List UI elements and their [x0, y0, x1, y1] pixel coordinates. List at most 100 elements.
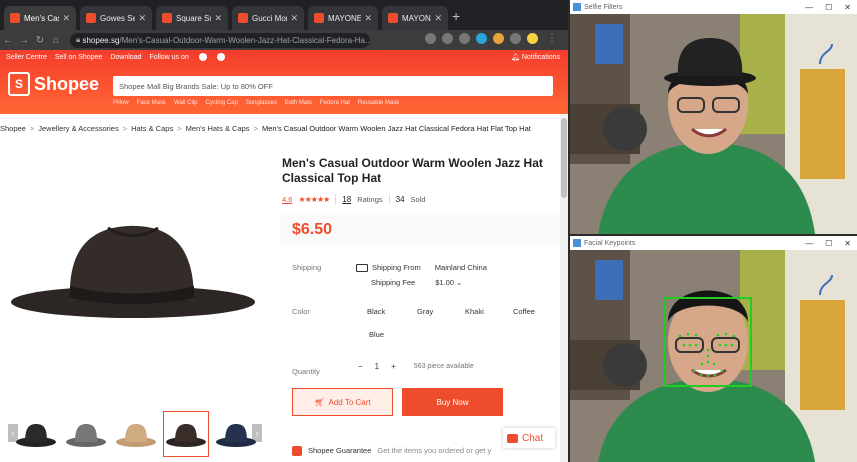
page-scrollbar[interactable]	[560, 114, 568, 462]
minimize-icon[interactable]: —	[805, 3, 813, 12]
home-icon[interactable]: ⌂	[48, 35, 64, 46]
forward-icon[interactable]: →	[16, 35, 32, 46]
ratings-label: Ratings	[357, 194, 383, 204]
extension-icon[interactable]	[493, 33, 504, 44]
minus-button[interactable]: −	[358, 362, 363, 371]
quantity-input[interactable]: 1	[375, 362, 379, 371]
back-icon[interactable]: ←	[0, 35, 16, 46]
rating-value[interactable]: 4.6	[282, 195, 292, 204]
close-icon[interactable]: ✕	[214, 13, 222, 24]
breadcrumb-link[interactable]: Shopee	[0, 124, 26, 133]
shopee-favicon	[314, 13, 324, 23]
buy-now-button[interactable]: Buy Now	[402, 388, 503, 416]
search-suggestions: Pillow Face Mask Wall Clip Cycling Cap S…	[113, 100, 399, 106]
maximize-icon[interactable]: ☐	[825, 3, 832, 12]
instagram-icon[interactable]	[216, 53, 225, 61]
tab-mens-casual[interactable]: Men's Casu ✕	[4, 6, 76, 30]
search-placeholder: Shopee Mall Big Brands Sale: Up to 80% O…	[119, 82, 273, 91]
url-input[interactable]: 🔒︎ shopee.sg /Men's-Casual-Outdoor-Warm-…	[70, 32, 370, 48]
sell-on-shopee-link[interactable]: Sell on Shopee	[55, 54, 102, 61]
chat-button[interactable]: Chat	[503, 428, 555, 448]
shopee-logo[interactable]: Shopee	[8, 72, 99, 96]
product-hat-image[interactable]	[8, 214, 262, 334]
add-to-cart-button[interactable]: 🛒︎ Add To Cart	[292, 388, 393, 416]
chevron-down-icon: ⌄	[456, 278, 463, 287]
suggestion-link[interactable]: Fedora Hat	[320, 100, 350, 106]
menu-icon[interactable]: ⋮	[544, 33, 560, 44]
tab-square-sun[interactable]: Square Sun ✕	[156, 6, 228, 30]
color-option-khaki[interactable]: Khaki	[465, 307, 484, 316]
tab-label: MAYONETTI	[328, 13, 362, 23]
close-icon[interactable]: ✕	[62, 13, 70, 24]
suggestion-link[interactable]: Wall Clip	[174, 100, 197, 106]
maximize-icon[interactable]: ☐	[825, 239, 832, 248]
extension-icon[interactable]	[476, 33, 487, 44]
suggestion-link[interactable]: Sunglasses	[246, 100, 277, 106]
notifications-label: Notifications	[521, 54, 560, 61]
breadcrumb-link[interactable]: Hats & Caps	[131, 124, 173, 133]
color-option-blue[interactable]: Blue	[369, 330, 384, 339]
seller-centre-link[interactable]: Seller Centre	[6, 54, 47, 61]
shipping-from-row: Shipping From Mainland China	[356, 263, 487, 272]
tab-gucci[interactable]: Gucci Mont ✕	[232, 6, 304, 30]
minimize-icon[interactable]: —	[805, 239, 813, 248]
shipping-fee-dropdown[interactable]: $1.00 ⌄	[435, 278, 462, 287]
thumbnail-black[interactable]	[14, 412, 58, 456]
thumbnail-coffee[interactable]	[163, 411, 209, 457]
breadcrumb-link[interactable]: Jewellery & Accessories	[38, 124, 118, 133]
download-link[interactable]: Download	[110, 54, 141, 61]
tab-gowes[interactable]: Gowes Seli ✕	[80, 6, 152, 30]
ratings-count[interactable]: 18	[342, 195, 351, 204]
top-links: Seller Centre Sell on Shopee Download Fo…	[6, 53, 225, 61]
tab-mayonetti-1[interactable]: MAYONETTI ✕	[308, 6, 378, 30]
webcam-feed-selfie	[570, 14, 857, 234]
profile-avatar[interactable]	[527, 33, 538, 44]
extension-icon[interactable]	[425, 33, 436, 44]
tab-label: Gucci Mont	[252, 13, 287, 23]
tab-mayonetti-2[interactable]: MAYONETT ✕	[382, 6, 448, 30]
star-icon: ★★★★★	[298, 194, 330, 204]
cart-icon: 🛒︎	[314, 397, 325, 407]
close-icon[interactable]: ✕	[364, 13, 372, 24]
window-titlebar: Selfie Filters — ☐ ✕	[570, 0, 857, 14]
stock-available: 563 piece available	[413, 363, 474, 370]
suggestion-link[interactable]: Cycling Cap	[205, 100, 237, 106]
close-icon[interactable]: ✕	[290, 13, 298, 24]
suggestion-link[interactable]: Pillow	[113, 100, 129, 106]
extensions-bar: ⋮	[425, 33, 560, 44]
thumbnail-khaki[interactable]	[114, 412, 158, 456]
logo-text: Shopee	[34, 73, 100, 94]
color-option-black[interactable]: Black	[367, 307, 385, 316]
suggestion-link[interactable]: Face Mask	[137, 100, 166, 106]
new-tab-button[interactable]: +	[452, 8, 460, 24]
tab-label: Square Sun	[176, 13, 211, 23]
reload-icon[interactable]: ↻	[32, 35, 48, 46]
facebook-icon[interactable]	[198, 53, 207, 61]
notifications-link[interactable]: 🔔︎ Notifications	[511, 53, 560, 61]
thumbnail-blue[interactable]	[214, 412, 258, 456]
breadcrumb-link[interactable]: Men's Hats & Caps	[186, 124, 250, 133]
guarantee-title: Shopee Guarantee	[308, 446, 372, 455]
rating-row: 4.6 ★★★★★ 18 Ratings 34 Sold	[282, 194, 426, 204]
color-option-gray[interactable]: Gray	[417, 307, 433, 316]
guarantee-desc: Get the items you ordered or get y	[377, 446, 492, 455]
close-icon[interactable]: ✕	[138, 13, 146, 24]
breadcrumb: Shopee > Jewellery & Accessories > Hats …	[0, 124, 568, 133]
thumbnail-gray[interactable]	[64, 412, 108, 456]
window-icon	[573, 3, 581, 11]
close-icon[interactable]: ✕	[844, 3, 851, 12]
extension-icon[interactable]	[442, 33, 453, 44]
selfie-filters-window: Selfie Filters — ☐ ✕	[570, 0, 857, 234]
close-icon[interactable]: ✕	[434, 13, 442, 24]
suggestion-link[interactable]: Bath Mats	[285, 100, 312, 106]
extension-icon[interactable]	[459, 33, 470, 44]
bell-icon: 🔔︎	[511, 54, 522, 61]
scrollbar-thumb[interactable]	[561, 118, 567, 198]
close-icon[interactable]: ✕	[844, 239, 851, 248]
color-option-coffee[interactable]: Coffee	[513, 307, 535, 316]
shipping-label: Shipping	[292, 263, 322, 272]
search-input[interactable]: Shopee Mall Big Brands Sale: Up to 80% O…	[113, 76, 553, 96]
extension-icon[interactable]	[510, 33, 521, 44]
suggestion-link[interactable]: Reusable Mask	[358, 100, 399, 106]
plus-button[interactable]: +	[391, 362, 396, 371]
